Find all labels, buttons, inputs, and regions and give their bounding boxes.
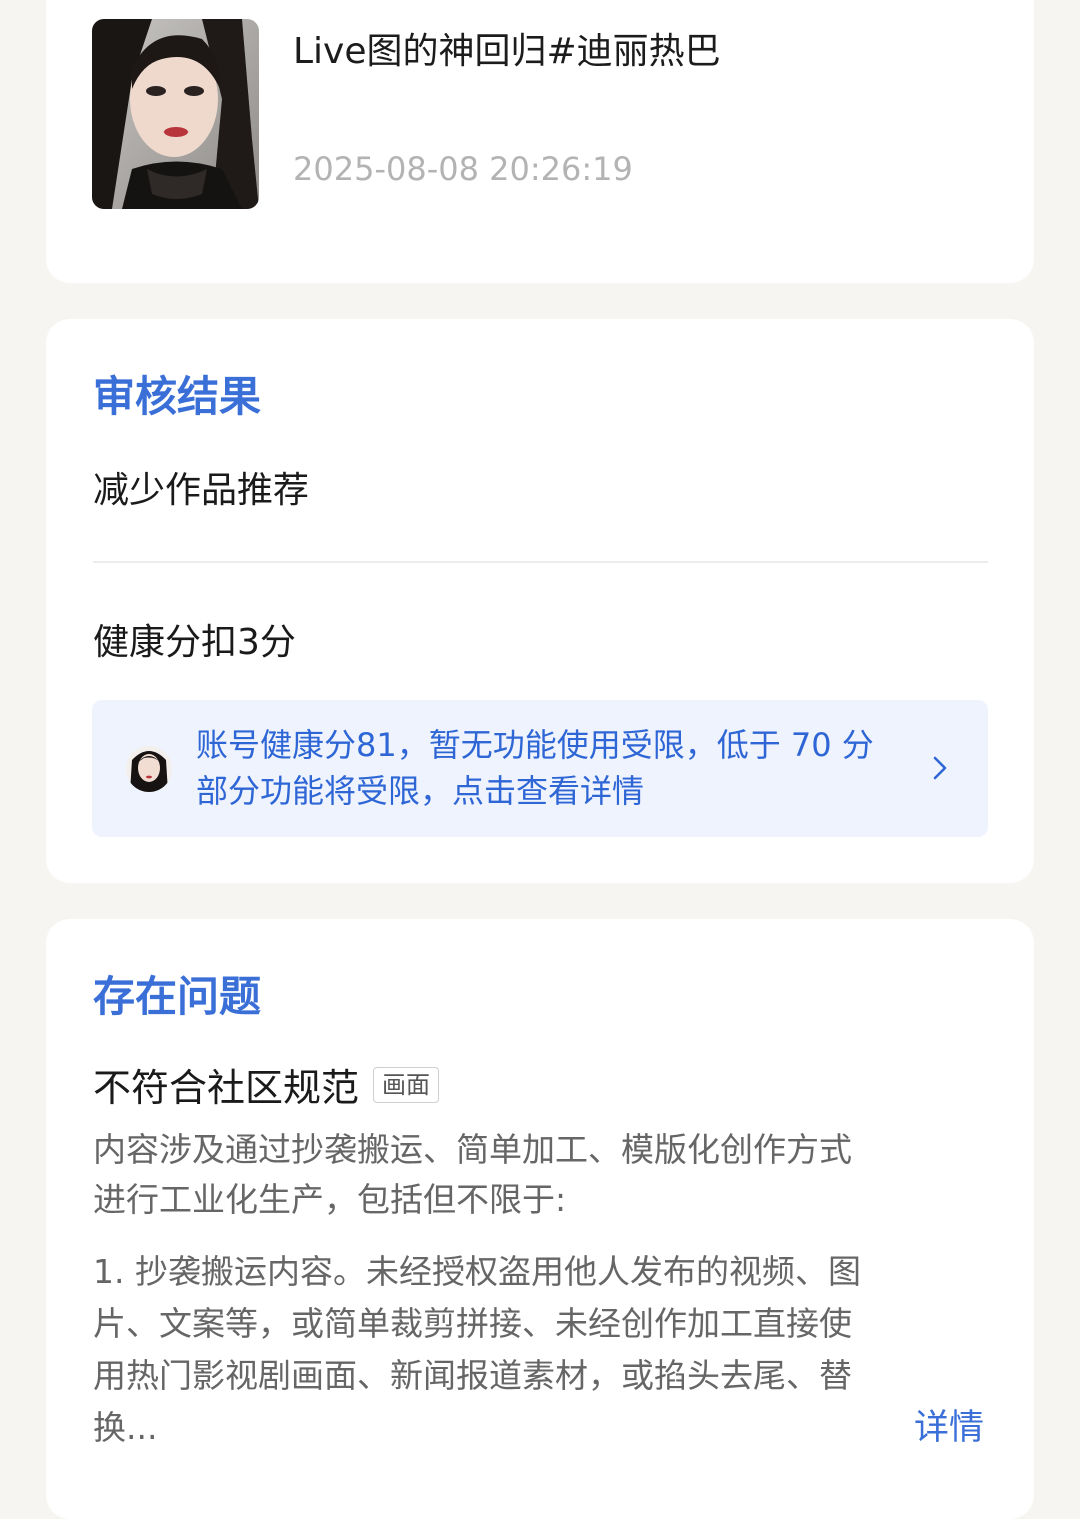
section-title-review: 审核结果	[93, 372, 262, 421]
chevron-right-icon	[930, 752, 952, 784]
review-result-text: 减少作品推荐	[93, 470, 310, 511]
item-line: 片、文案等，或简单裁剪拼接、未经创作加工直接使	[93, 1304, 852, 1343]
review-result-card: 审核结果 减少作品推荐 健康分扣3分 账号健康分81，暂无功能使用受限，低于 7…	[46, 319, 1034, 883]
post-title: Live图的神回归#迪丽热巴	[293, 31, 721, 72]
item-line: 用热门影视剧画面、新闻报道素材，或掐头去尾、替	[93, 1356, 852, 1395]
section-title-issues: 存在问题	[93, 972, 262, 1021]
issue-name: 不符合社区规范	[93, 1066, 360, 1110]
post-timestamp: 2025-08-08 20:26:19	[293, 150, 633, 188]
description-line: 内容涉及通过抄袭搬运、简单加工、模版化创作方式	[93, 1130, 852, 1169]
health-score-notice-text: 账号健康分81，暂无功能使用受限，低于 70 分 部分功能将受限，点击查看详情	[196, 722, 926, 814]
divider	[93, 561, 988, 563]
issue-header: 不符合社区规范 画面	[93, 1057, 440, 1112]
issues-card: 存在问题 不符合社区规范 画面 内容涉及通过抄袭搬运、简单加工、模版化创作方式 …	[46, 919, 1034, 1519]
avatar	[126, 746, 172, 792]
post-card[interactable]: Live图的神回归#迪丽热巴 2025-08-08 20:26:19	[46, 0, 1034, 283]
issue-item: 1. 抄袭搬运内容。未经授权盗用他人发布的视频、图 片、文案等，或简单裁剪拼接、…	[93, 1246, 993, 1454]
notice-line: 账号健康分81，暂无功能使用受限，低于 70 分	[196, 726, 874, 764]
post-thumbnail[interactable]	[92, 19, 259, 209]
health-score-notice[interactable]: 账号健康分81，暂无功能使用受限，低于 70 分 部分功能将受限，点击查看详情	[92, 700, 988, 837]
notice-line: 部分功能将受限，点击查看详情	[196, 772, 645, 810]
health-penalty-text: 健康分扣3分	[93, 622, 296, 663]
item-line: 换...	[93, 1408, 158, 1447]
issue-description: 内容涉及通过抄袭搬运、简单加工、模版化创作方式 进行工业化生产，包括但不限于:	[93, 1125, 993, 1225]
issue-tag: 画面	[373, 1066, 440, 1103]
description-line: 进行工业化生产，包括但不限于:	[93, 1180, 567, 1219]
item-line: 1. 抄袭搬运内容。未经授权盗用他人发布的视频、图	[93, 1252, 861, 1291]
details-link[interactable]: 详情	[914, 1399, 984, 1450]
